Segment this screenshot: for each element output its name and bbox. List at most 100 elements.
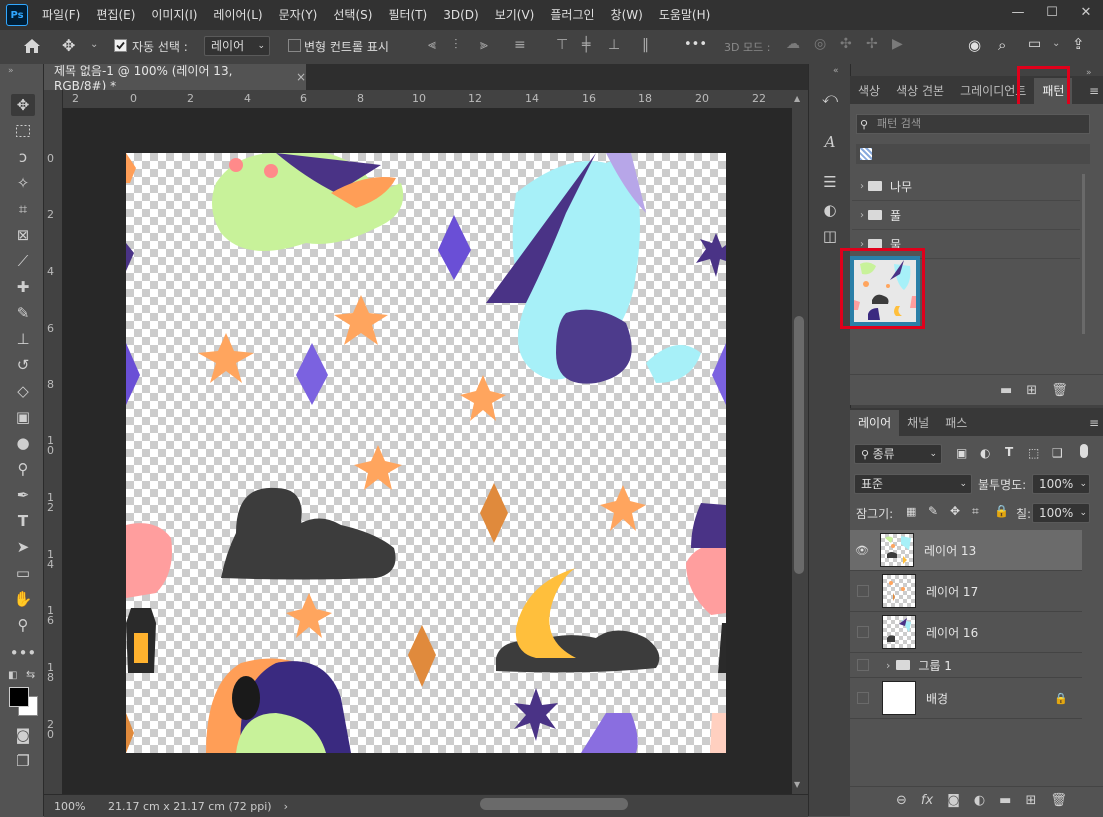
tab-color[interactable]: 색상 (850, 78, 888, 104)
menu-window[interactable]: 창(W) (603, 0, 651, 30)
visibility-toggle[interactable] (857, 692, 869, 704)
minimize-icon[interactable]: — (1001, 0, 1035, 24)
close-tab-icon[interactable]: × (296, 70, 306, 84)
visibility-toggle[interactable] (857, 626, 869, 638)
align-bottom-icon[interactable]: ⊥ (608, 37, 620, 55)
hand-tool-icon[interactable]: ✋ (11, 588, 35, 610)
new-group-icon[interactable]: ▬ (999, 793, 1011, 808)
3d-orbit-icon[interactable]: ☁ (786, 36, 800, 54)
tab-paths[interactable]: 패스 (937, 410, 975, 436)
workspace-icon[interactable]: ▭ (1028, 36, 1041, 54)
chevron-right-icon[interactable]: › (886, 659, 890, 672)
menu-filter[interactable]: 필터(T) (380, 0, 435, 30)
chevron-right-icon[interactable]: › (860, 181, 864, 192)
magic-wand-icon[interactable]: ✧ (11, 172, 35, 194)
opacity-input[interactable]: 100% ⌄ (1032, 474, 1090, 494)
menu-help[interactable]: 도움말(H) (651, 0, 719, 30)
default-colors-icon[interactable]: ◧ (8, 670, 17, 681)
3d-roll-icon[interactable]: ◎ (814, 36, 826, 54)
screen-mode-icon[interactable]: ❐ (11, 750, 35, 772)
stamp-tool-icon[interactable]: ⊥ (11, 328, 35, 350)
brush-tool-icon[interactable]: ✎ (11, 302, 35, 324)
scroll-up-icon[interactable]: ▲ (794, 94, 800, 103)
crop-tool-icon[interactable]: ⌗ (11, 198, 35, 220)
filter-toggle-icon[interactable] (1080, 444, 1088, 458)
auto-select-checkbox[interactable] (114, 39, 127, 57)
tab-layers[interactable]: 레이어 (850, 410, 900, 436)
swap-colors-icon[interactable]: ⇆ (26, 668, 35, 681)
menu-plugins[interactable]: 플러그인 (542, 0, 602, 30)
pattern-folder-grass[interactable]: › 풀 (852, 201, 1080, 230)
healing-brush-icon[interactable]: ✚ (11, 276, 35, 298)
menu-select[interactable]: 선택(S) (325, 0, 380, 30)
adjustment-layer-icon[interactable]: ◐ (974, 793, 985, 808)
pattern-search-input[interactable]: 패턴 검색 (856, 114, 1090, 134)
layer-row-background[interactable]: 배경 🔒 (850, 678, 1082, 719)
scroll-down-icon[interactable]: ▼ (794, 780, 800, 789)
filter-smart-object-icon[interactable]: ❑ (1052, 446, 1063, 460)
search-icon[interactable]: ⌕ (998, 36, 1006, 54)
frame-tool-icon[interactable]: ⊠ (11, 224, 35, 246)
lock-position-icon[interactable]: ✥ (950, 504, 960, 518)
filter-pixel-icon[interactable]: ▣ (956, 446, 967, 460)
panel-menu-icon[interactable]: ≡ (1089, 84, 1099, 98)
marquee-tool-icon[interactable] (11, 120, 35, 142)
horizontal-scroll-thumb[interactable] (480, 798, 628, 810)
more-tools-icon[interactable]: ••• (10, 642, 37, 664)
home-icon[interactable] (22, 37, 42, 55)
menu-3d[interactable]: 3D(D) (435, 0, 486, 30)
eye-icon[interactable]: 👁 (850, 544, 874, 557)
eyedropper-icon[interactable]: ⟋ (11, 250, 35, 272)
lock-transparent-icon[interactable]: ▦ (906, 505, 916, 518)
lock-all-icon[interactable]: 🔒 (994, 504, 1009, 518)
properties-panel-icon[interactable]: ☰ (819, 172, 841, 192)
zoom-tool-icon[interactable]: ⚲ (11, 614, 35, 636)
vertical-scroll-thumb[interactable] (794, 316, 804, 574)
visibility-toggle[interactable] (857, 659, 869, 671)
tab-channels[interactable]: 채널 (899, 410, 937, 436)
document-tab[interactable]: 제목 없음-1 @ 100% (레이어 13, RGB/8#) * × (44, 64, 306, 93)
delete-layer-icon[interactable]: 🗑 (1050, 793, 1067, 808)
3d-pan-icon[interactable]: ✣ (840, 36, 852, 54)
status-arrow-icon[interactable]: › (284, 800, 288, 813)
user-icon[interactable]: ◉ (968, 36, 981, 54)
layer-row[interactable]: 레이어 17 (850, 571, 1082, 612)
new-pattern-icon[interactable]: ⊞ (1026, 383, 1037, 398)
lasso-tool-icon[interactable]: ↄ (11, 146, 35, 168)
libraries-panel-icon[interactable]: ◫ (819, 226, 841, 246)
menu-layer[interactable]: 레이어(L) (205, 0, 270, 30)
history-panel-icon[interactable]: ⤺ (819, 88, 841, 108)
tab-swatches[interactable]: 색상 견본 (888, 78, 952, 104)
layer-group-row[interactable]: › 그룹 1 (850, 653, 1082, 678)
adjustments-panel-icon[interactable]: ◐ (819, 200, 841, 220)
3d-slide-icon[interactable]: ✢ (866, 36, 878, 54)
pattern-scrollbar[interactable] (1082, 174, 1085, 334)
menu-image[interactable]: 이미지(I) (143, 0, 205, 30)
layer-row[interactable]: 👁 레이어 13 (850, 530, 1082, 571)
transform-controls-checkbox[interactable] (288, 39, 301, 57)
close-icon[interactable]: ✕ (1069, 0, 1103, 24)
pattern-folder-wood[interactable]: › 나무 (852, 172, 1080, 201)
collapse-icon[interactable]: « (833, 66, 839, 76)
move-tool-icon[interactable]: ✥ (62, 36, 75, 55)
align-center-icon[interactable]: ⫶ (454, 37, 458, 55)
lock-artboard-icon[interactable]: ⌗ (972, 504, 979, 519)
layer-effects-icon[interactable]: fx (921, 793, 933, 808)
align-left-icon[interactable]: ⫷ (428, 37, 436, 55)
recent-pattern-thumb[interactable] (860, 148, 872, 160)
align-right-icon[interactable]: ⫸ (480, 37, 488, 55)
blur-tool-icon[interactable]: ● (11, 432, 35, 454)
path-select-icon[interactable]: ➤ (11, 536, 35, 558)
filter-shape-icon[interactable]: ⬚ (1028, 446, 1039, 460)
delete-icon[interactable]: 🗑 (1051, 383, 1068, 398)
visibility-toggle[interactable] (857, 585, 869, 597)
layer-filter-dropdown[interactable]: ⚲ 종류 ⌄ (854, 444, 942, 464)
chevron-right-icon[interactable]: › (860, 210, 864, 221)
foreground-color-swatch[interactable] (9, 687, 29, 707)
share-icon[interactable]: ⇪ (1072, 35, 1085, 53)
distribute-icon[interactable]: ≡ (514, 37, 526, 55)
dodge-tool-icon[interactable]: ⚲ (11, 458, 35, 480)
rectangle-tool-icon[interactable]: ▭ (11, 562, 35, 584)
align-middle-icon[interactable]: ╪ (582, 37, 590, 55)
menu-edit[interactable]: 편집(E) (88, 0, 143, 30)
